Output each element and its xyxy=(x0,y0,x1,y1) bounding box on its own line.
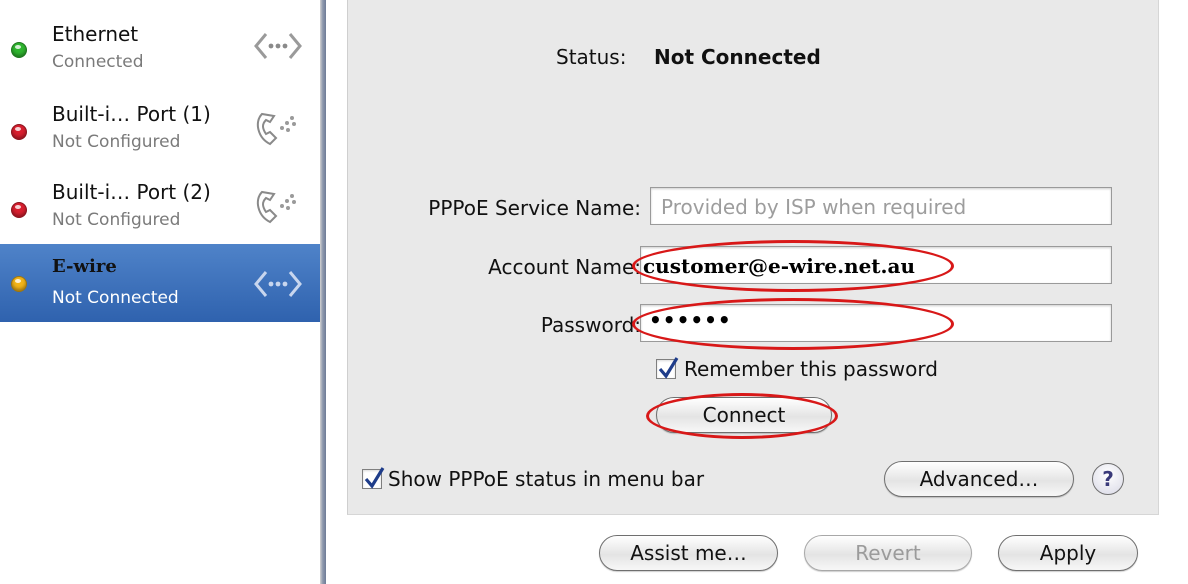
account-name-field[interactable]: customer@e-wire.net.au xyxy=(640,246,1112,284)
revert-button[interactable]: Revert xyxy=(804,535,972,571)
status-label: Status: xyxy=(556,45,627,69)
service-status: Not Configured xyxy=(52,132,181,152)
checkmark-icon xyxy=(364,467,385,489)
service-name-label: PPPoE Service Name: xyxy=(428,196,641,220)
pppoe-arrows-icon xyxy=(254,271,302,297)
service-name-field[interactable]: Provided by ISP when required xyxy=(650,187,1112,225)
password-field[interactable]: •••••• xyxy=(640,304,1112,342)
status-dot-yellow-icon xyxy=(11,276,27,292)
modem-phone-icon xyxy=(256,112,296,146)
service-item-ethernet[interactable]: Ethernet Connected xyxy=(0,10,320,88)
ethernet-arrows-icon xyxy=(254,33,302,59)
status-value: Not Connected xyxy=(654,45,821,69)
status-dot-red-icon xyxy=(11,202,27,218)
status-dot-green-icon xyxy=(11,42,27,58)
remember-password-checkbox[interactable] xyxy=(656,357,679,379)
password-label: Password: xyxy=(540,313,641,337)
service-item-e-wire[interactable]: E-wire Not Connected xyxy=(0,244,320,322)
service-item-builtin-port-1[interactable]: Built-i… Port (1) Not Configured xyxy=(0,88,320,166)
sidebar-divider xyxy=(320,0,326,584)
remember-password-label: Remember this password xyxy=(684,357,938,381)
service-status: Connected xyxy=(52,52,144,72)
advanced-button[interactable]: Advanced… xyxy=(884,461,1074,497)
assist-me-button[interactable]: Assist me… xyxy=(599,535,778,571)
service-name: Built-i… Port (2) xyxy=(52,180,211,204)
service-status: Not Configured xyxy=(52,210,181,230)
connect-button[interactable]: Connect xyxy=(656,397,832,433)
checkmark-icon xyxy=(658,357,679,379)
modem-phone-icon xyxy=(256,190,296,224)
apply-button[interactable]: Apply xyxy=(998,535,1138,571)
service-item-builtin-port-2[interactable]: Built-i… Port (2) Not Configured xyxy=(0,166,320,244)
show-status-label: Show PPPoE status in menu bar xyxy=(388,467,705,491)
service-name: E-wire xyxy=(52,256,117,277)
service-list: Ethernet Connected Built-i… Port (1) Not… xyxy=(0,0,326,584)
status-dot-red-icon xyxy=(11,124,27,140)
service-status: Not Connected xyxy=(52,288,179,308)
service-name: Built-i… Port (1) xyxy=(52,102,211,126)
account-name-label: Account Name: xyxy=(488,255,641,279)
help-icon[interactable]: ? xyxy=(1092,463,1124,495)
service-name: Ethernet xyxy=(52,22,139,46)
show-status-checkbox[interactable] xyxy=(362,467,385,489)
